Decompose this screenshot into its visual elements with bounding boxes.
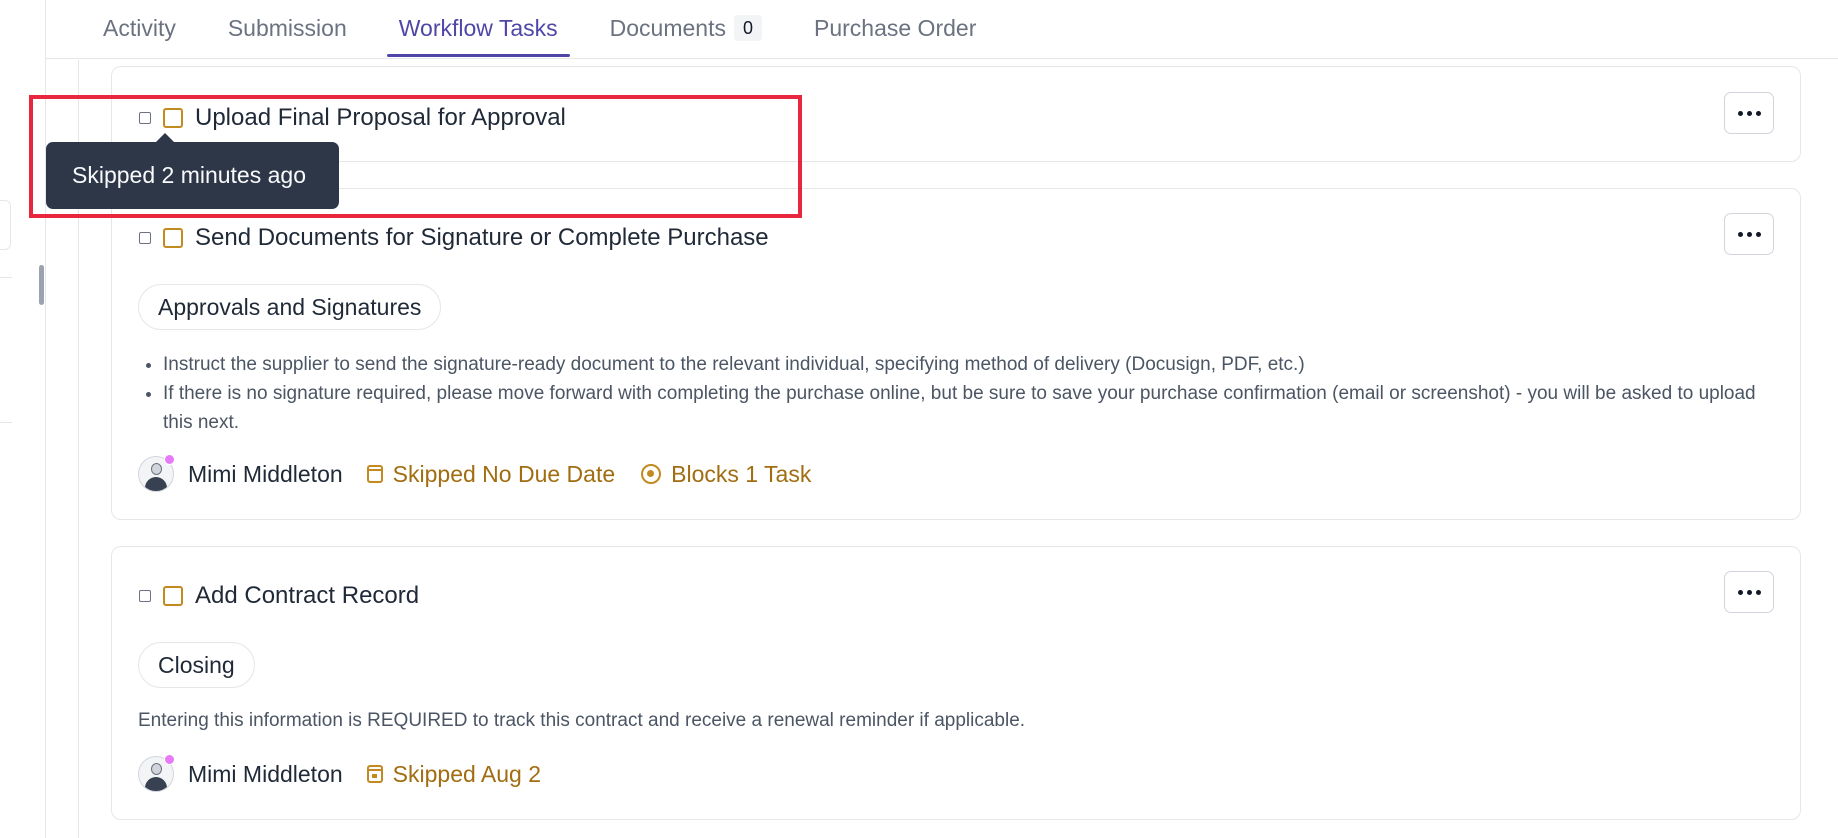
tab-bar: Activity Submission Workflow Tasks Docum…	[45, 0, 1838, 59]
sidebar-collapsed-panel[interactable]	[0, 200, 11, 250]
task-description: Entering this information is REQUIRED to…	[138, 710, 1026, 731]
due-date[interactable]: Skipped No Due Date	[366, 461, 615, 488]
presence-dot	[164, 454, 175, 465]
due-date[interactable]: Skipped Aug 2	[366, 761, 541, 788]
task-status-icon[interactable]	[163, 586, 183, 606]
sidebar-divider	[0, 277, 12, 278]
highlight-annotation	[29, 95, 802, 218]
calendar-icon	[366, 765, 383, 783]
ellipsis-icon	[1737, 110, 1761, 116]
tab-activity[interactable]: Activity	[91, 0, 188, 56]
assignee-name[interactable]: Mimi Middleton	[188, 461, 343, 488]
select-checkbox[interactable]	[139, 590, 151, 602]
task-meta: Mimi Middleton Skipped No Due Date Block…	[138, 454, 837, 492]
stage-chip: Closing	[138, 642, 255, 688]
select-checkbox[interactable]	[139, 232, 151, 244]
blocks-tasks[interactable]: Blocks 1 Task	[641, 461, 811, 488]
task-title[interactable]: Add Contract Record	[195, 582, 419, 610]
tab-documents[interactable]: Documents 0	[598, 0, 774, 56]
task-status-icon[interactable]	[163, 228, 183, 248]
task-title[interactable]: Send Documents for Signature or Complete…	[195, 224, 769, 252]
assignee-name[interactable]: Mimi Middleton	[188, 761, 343, 788]
documents-count-badge: 0	[733, 15, 762, 41]
ellipsis-icon	[1737, 231, 1761, 237]
tab-workflow-tasks[interactable]: Workflow Tasks	[386, 0, 570, 57]
tab-submission[interactable]: Submission	[216, 0, 359, 56]
ellipsis-icon	[1737, 589, 1761, 595]
calendar-icon	[366, 465, 383, 483]
sidebar-resize-handle[interactable]	[39, 265, 44, 305]
task-meta: Mimi Middleton Skipped Aug 2	[138, 754, 567, 792]
list-item: Instruct the supplier to send the signat…	[163, 350, 1783, 379]
more-options-button[interactable]	[1724, 92, 1774, 134]
tab-purchase-order[interactable]: Purchase Order	[802, 0, 988, 56]
stage-chip: Approvals and Signatures	[138, 284, 442, 330]
more-options-button[interactable]	[1724, 213, 1774, 255]
task-card: Add Contract Record Closing Entering thi…	[111, 546, 1801, 820]
blocking-target-icon	[641, 464, 662, 484]
avatar[interactable]	[138, 754, 188, 792]
task-card: Send Documents for Signature or Complete…	[111, 188, 1801, 520]
task-instructions: Instruct the supplier to send the signat…	[138, 350, 1783, 437]
task-header: Send Documents for Signature or Complete…	[139, 224, 769, 252]
list-item: If there is no signature required, pleas…	[163, 379, 1783, 437]
sidebar-divider	[0, 422, 12, 423]
more-options-button[interactable]	[1724, 571, 1774, 613]
presence-dot	[164, 754, 175, 765]
avatar[interactable]	[138, 454, 188, 492]
task-header: Add Contract Record	[139, 582, 419, 610]
